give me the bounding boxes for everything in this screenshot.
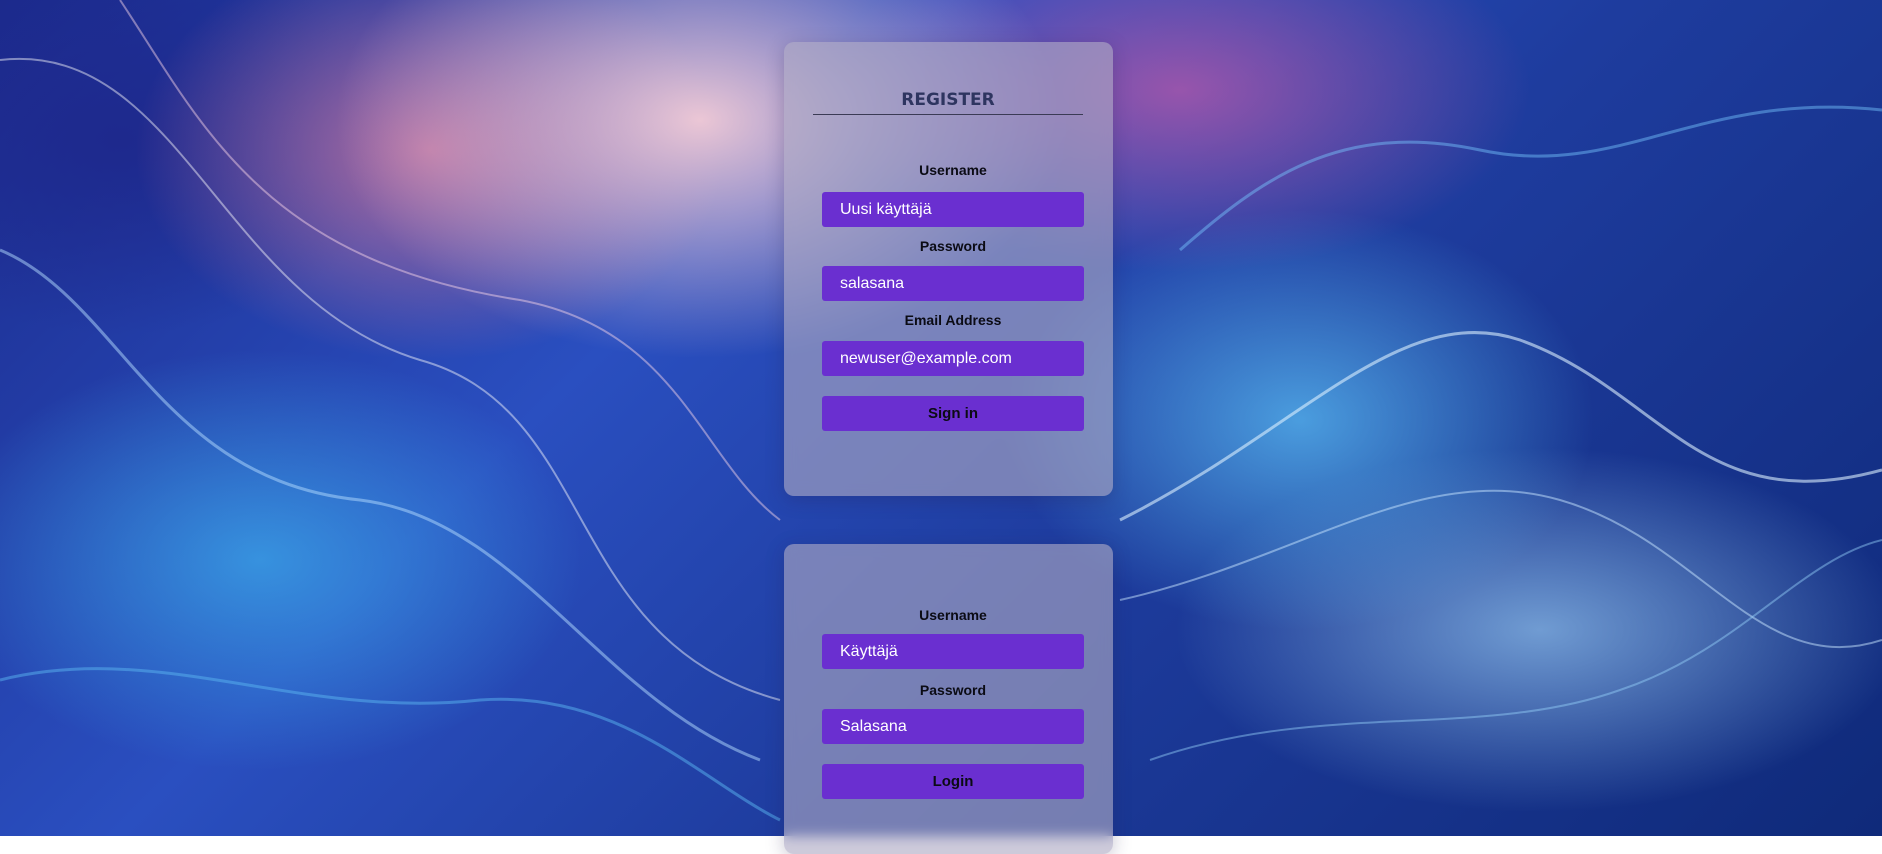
- register-password-input[interactable]: [822, 266, 1084, 301]
- login-password-input[interactable]: [822, 709, 1084, 744]
- login-button[interactable]: Login: [822, 764, 1084, 799]
- register-email-label: Email Address: [904, 312, 1002, 328]
- login-password-label: Password: [919, 682, 987, 698]
- login-username-label: Username: [919, 607, 987, 623]
- register-email-input[interactable]: [822, 341, 1084, 376]
- register-password-label: Password: [919, 238, 987, 254]
- login-card: Username Password Login: [784, 544, 1113, 854]
- register-title: REGISTER: [813, 90, 1083, 115]
- register-username-input[interactable]: [822, 192, 1084, 227]
- sign-in-button[interactable]: Sign in: [822, 396, 1084, 431]
- login-username-input[interactable]: [822, 634, 1084, 669]
- register-card: REGISTER Username Password Email Address…: [784, 42, 1113, 496]
- register-username-label: Username: [919, 162, 987, 178]
